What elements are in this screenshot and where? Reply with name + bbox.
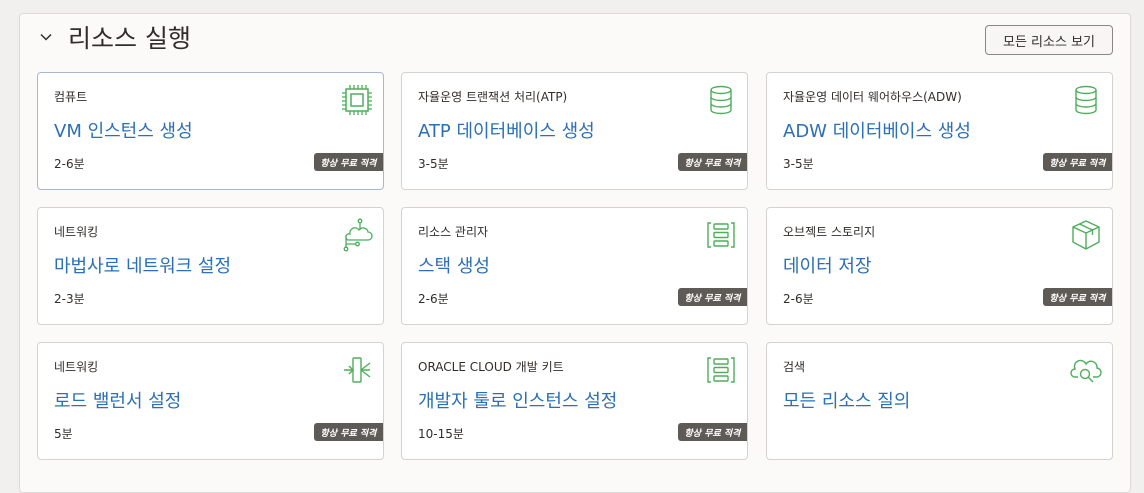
card-developer-tools-instance[interactable]: ORACLE CLOUD 개발 키트 개발자 툴로 인스턴스 설정 10-15분… [401, 342, 748, 460]
card-store-data[interactable]: 오브젝트 스토리지 데이터 저장 2-6분 항상 무료 적격 [766, 207, 1113, 325]
card-category: 오브젝트 스토리지 [783, 225, 876, 239]
card-time: 2-6분 [418, 292, 449, 306]
card-time: 2-3분 [54, 292, 85, 306]
load-balancer-icon [344, 357, 371, 383]
card-create-stack[interactable]: 리소스 관리자 스택 생성 2-6분 항상 무료 적격 [401, 207, 748, 325]
database-icon [710, 85, 732, 115]
card-title-link[interactable]: ATP 데이터베이스 생성 [418, 117, 595, 143]
card-category: 리소스 관리자 [418, 225, 489, 239]
card-title-link[interactable]: VM 인스턴스 생성 [54, 117, 193, 143]
card-time: 5분 [54, 427, 73, 441]
card-title-link[interactable]: 로드 밸런서 설정 [54, 387, 181, 413]
card-network-wizard[interactable]: 네트워킹 마법사로 네트워크 설정 2-3분 [37, 207, 384, 325]
stack-icon [707, 357, 735, 383]
free-tier-badge: 항상 무료 적격 [1043, 153, 1112, 171]
card-title-link[interactable]: ADW 데이터베이스 생성 [783, 117, 971, 143]
card-query-resources[interactable]: 검색 모든 리소스 질의 [766, 342, 1113, 460]
card-category: 네트워킹 [54, 225, 99, 239]
card-create-atp-database[interactable]: 자율운영 트랜잭션 처리(ATP) ATP 데이터베이스 생성 3-5분 항상 … [401, 72, 748, 190]
card-time: 2-6분 [54, 157, 85, 171]
card-category: ORACLE CLOUD 개발 키트 [418, 360, 564, 374]
card-title-link[interactable]: 마법사로 네트워크 설정 [54, 252, 231, 278]
section-title: 리소스 실행 [68, 24, 191, 53]
free-tier-badge: 항상 무료 적격 [314, 153, 383, 171]
card-time: 3-5분 [783, 157, 814, 171]
card-category: 네트워킹 [54, 360, 99, 374]
card-title-link[interactable]: 모든 리소스 질의 [783, 387, 910, 413]
free-tier-badge: 항상 무료 적격 [678, 153, 747, 171]
free-tier-badge: 항상 무료 적격 [1043, 288, 1112, 306]
database-icon [1075, 85, 1097, 115]
card-time: 2-6분 [783, 292, 814, 306]
card-category: 자율운영 트랜잭션 처리(ATP) [418, 90, 568, 104]
card-title-link[interactable]: 데이터 저장 [783, 252, 872, 278]
box-icon [1072, 220, 1100, 250]
card-title-link[interactable]: 스택 생성 [418, 252, 490, 278]
view-all-resources-button[interactable]: 모든 리소스 보기 [985, 25, 1113, 55]
card-category: 컴퓨트 [54, 90, 88, 104]
network-icon [343, 218, 373, 252]
cloud-search-icon [1070, 359, 1102, 383]
collapse-chevron-icon[interactable] [39, 30, 53, 44]
chip-icon [342, 85, 372, 115]
card-category: 자율운영 데이터 웨어하우스(ADW) [783, 90, 962, 104]
card-create-vm-instance[interactable]: 컴퓨트 VM 인스턴스 생성 2-6분 항상 무료 적격 [37, 72, 384, 190]
card-load-balancer[interactable]: 네트워킹 로드 밸런서 설정 5분 항상 무료 적격 [37, 342, 384, 460]
free-tier-badge: 항상 무료 적격 [314, 423, 383, 441]
free-tier-badge: 항상 무료 적격 [678, 423, 747, 441]
card-category: 검색 [783, 360, 806, 374]
card-time: 10-15분 [418, 427, 464, 441]
card-title-link[interactable]: 개발자 툴로 인스턴스 설정 [418, 387, 617, 413]
card-time: 3-5분 [418, 157, 449, 171]
card-create-adw-database[interactable]: 자율운영 데이터 웨어하우스(ADW) ADW 데이터베이스 생성 3-5분 항… [766, 72, 1113, 190]
free-tier-badge: 항상 무료 적격 [678, 288, 747, 306]
stack-icon [707, 222, 735, 248]
